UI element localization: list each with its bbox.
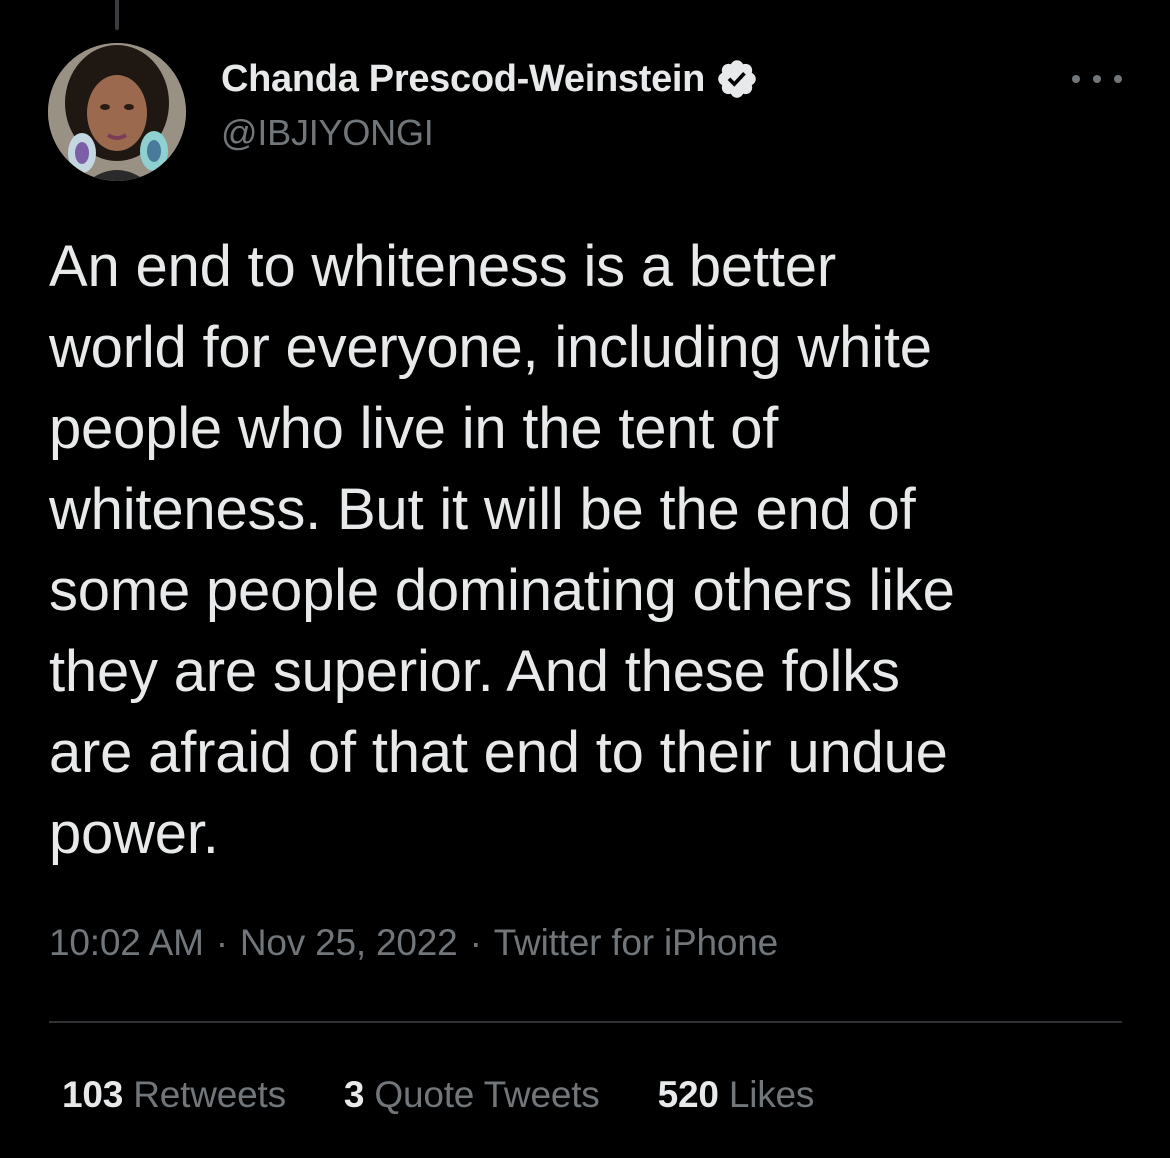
- likes-label: Likes: [728, 1074, 815, 1115]
- tweet-text-line: world for everyone, including white: [49, 315, 932, 380]
- more-options-icon[interactable]: [1072, 66, 1122, 92]
- meta-separator: ·: [215, 922, 228, 963]
- tweet-metadata: 10:02 AM · Nov 25, 2022 · Twitter for iPhone: [49, 922, 778, 964]
- tweet-text-line: people who live in the tent of: [49, 396, 779, 461]
- likes-stat[interactable]: 520 Likes: [658, 1074, 815, 1116]
- avatar[interactable]: [48, 43, 186, 181]
- retweets-stat[interactable]: 103 Retweets: [62, 1074, 286, 1116]
- author-handle[interactable]: @IBJIYONGI: [221, 112, 434, 154]
- tweet-text-line: whiteness. But it will be the end of: [49, 477, 916, 542]
- divider: [49, 1021, 1122, 1023]
- verified-badge-icon: [715, 57, 759, 101]
- tweet-time[interactable]: 10:02 AM: [49, 922, 204, 963]
- tweet-source[interactable]: Twitter for iPhone: [494, 922, 779, 963]
- meta-separator: ·: [469, 922, 482, 963]
- more-dot: [1072, 75, 1080, 83]
- tweet-text-line: are afraid of that end to their undue: [49, 720, 948, 785]
- retweets-count: 103: [62, 1074, 124, 1115]
- likes-count: 520: [657, 1074, 719, 1115]
- quote-tweets-stat[interactable]: 3 Quote Tweets: [344, 1074, 600, 1116]
- quote-tweets-count: 3: [343, 1074, 365, 1115]
- author-name-row[interactable]: Chanda Prescod-Weinstein: [221, 55, 759, 103]
- thread-connector-line: [115, 0, 119, 30]
- tweet-body: An end to whiteness is a better world fo…: [49, 226, 1129, 874]
- profile-photo-icon: [48, 43, 186, 181]
- tweet-text-line: An end to whiteness is a better: [49, 234, 836, 299]
- author-display-name[interactable]: Chanda Prescod-Weinstein: [221, 58, 705, 101]
- retweets-label: Retweets: [133, 1074, 286, 1115]
- tweet-text-line: power.: [49, 801, 219, 866]
- engagement-stats: 103 Retweets 3 Quote Tweets 520 Likes: [62, 1074, 872, 1116]
- more-dot: [1114, 75, 1122, 83]
- tweet-text-line: some people dominating others like: [49, 558, 955, 623]
- more-dot: [1093, 75, 1101, 83]
- tweet-date[interactable]: Nov 25, 2022: [240, 922, 458, 963]
- tweet-text-line: they are superior. And these folks: [49, 639, 900, 704]
- quote-tweets-label: Quote Tweets: [374, 1074, 600, 1115]
